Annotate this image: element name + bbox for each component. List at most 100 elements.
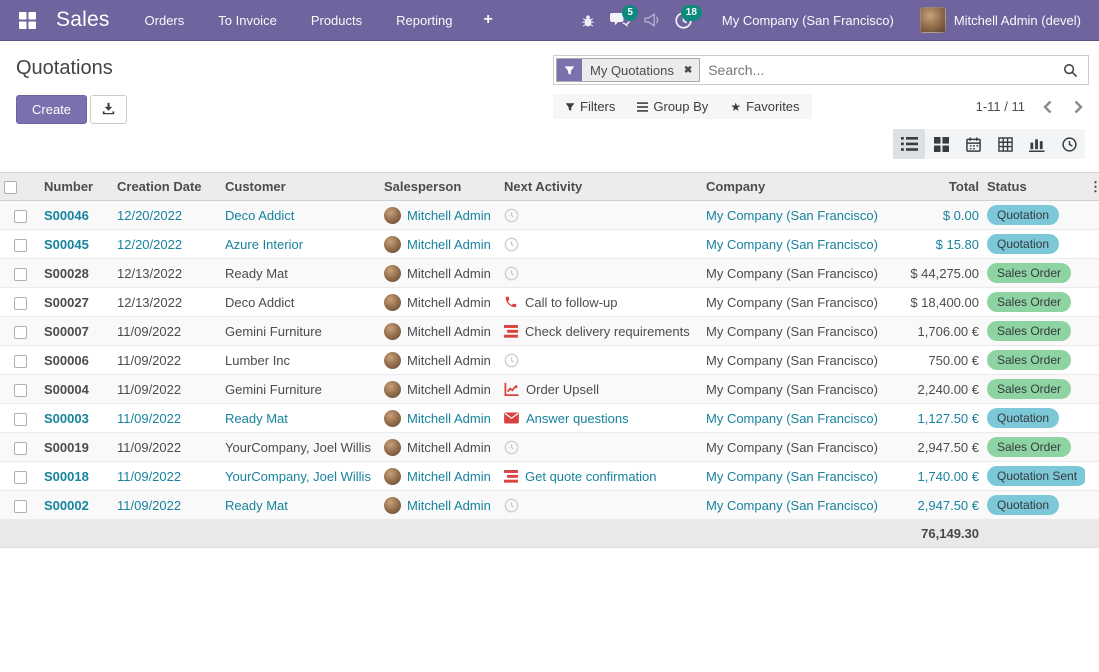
cell-next-activity[interactable]: Check delivery requirements	[500, 317, 702, 346]
apps-menu-icon[interactable]	[14, 7, 40, 33]
cell-next-activity[interactable]: Call to follow-up	[500, 288, 702, 317]
cell-salesperson[interactable]: Mitchell Admin	[380, 491, 500, 520]
activities-clock-icon[interactable]: 18	[668, 5, 700, 35]
cell-number[interactable]: S00003	[40, 404, 113, 433]
user-avatar[interactable]	[920, 7, 946, 33]
cell-number[interactable]: S00006	[40, 346, 113, 375]
clock-icon[interactable]	[504, 208, 519, 223]
cell-creation-date[interactable]: 12/13/2022	[113, 259, 221, 288]
row-checkbox[interactable]	[14, 500, 27, 513]
table-row[interactable]: S0004612/20/2022Deco AddictMitchell Admi…	[0, 201, 1099, 230]
envelope-icon[interactable]	[504, 412, 519, 424]
cell-salesperson[interactable]: Mitchell Admin	[380, 288, 500, 317]
app-brand[interactable]: Sales	[56, 8, 110, 32]
table-row[interactable]: S0000411/09/2022Gemini FurnitureMitchell…	[0, 375, 1099, 404]
cell-number[interactable]: S00018	[40, 462, 113, 491]
cell-number[interactable]: S00002	[40, 491, 113, 520]
cell-total[interactable]: $ 18,400.00	[895, 288, 983, 317]
cell-creation-date[interactable]: 11/09/2022	[113, 462, 221, 491]
user-menu[interactable]: Mitchell Admin (devel)	[954, 13, 1081, 28]
nav-menu-more[interactable]: +	[470, 0, 507, 40]
bug-icon[interactable]	[572, 5, 604, 35]
row-checkbox[interactable]	[14, 210, 27, 223]
nav-menu-orders[interactable]: Orders	[128, 0, 202, 40]
calendar-view-icon[interactable]	[957, 129, 989, 159]
clock-icon[interactable]	[504, 498, 519, 513]
cell-total[interactable]: 2,240.00 €	[895, 375, 983, 404]
tasks-icon[interactable]	[504, 470, 518, 483]
pager-previous-icon[interactable]	[1039, 100, 1056, 114]
table-row[interactable]: S0001911/09/2022YourCompany, Joel Willis…	[0, 433, 1099, 462]
cell-creation-date[interactable]: 11/09/2022	[113, 433, 221, 462]
cell-number[interactable]: S00028	[40, 259, 113, 288]
cell-customer[interactable]: Ready Mat	[221, 491, 380, 520]
pivot-view-icon[interactable]	[989, 129, 1021, 159]
facet-remove-icon[interactable]: ✖	[682, 59, 699, 81]
cell-creation-date[interactable]: 12/13/2022	[113, 288, 221, 317]
cell-company[interactable]: My Company (San Francisco)	[702, 375, 895, 404]
table-row[interactable]: S0002712/13/2022Deco AddictMitchell Admi…	[0, 288, 1099, 317]
cell-creation-date[interactable]: 11/09/2022	[113, 317, 221, 346]
table-row[interactable]: S0000611/09/2022Lumber IncMitchell Admin…	[0, 346, 1099, 375]
phone-icon[interactable]	[504, 295, 518, 309]
row-checkbox[interactable]	[14, 413, 27, 426]
cell-next-activity[interactable]	[500, 230, 702, 259]
cell-customer[interactable]: Lumber Inc	[221, 346, 380, 375]
activity-view-icon[interactable]	[1053, 129, 1085, 159]
cell-customer[interactable]: Ready Mat	[221, 404, 380, 433]
clock-icon[interactable]	[504, 266, 519, 281]
row-checkbox[interactable]	[14, 471, 27, 484]
cell-total[interactable]: 2,947.50 €	[895, 433, 983, 462]
clock-icon[interactable]	[504, 440, 519, 455]
cell-salesperson[interactable]: Mitchell Admin	[380, 462, 500, 491]
column-header-status[interactable]: Status	[983, 173, 1085, 201]
cell-customer[interactable]: Deco Addict	[221, 201, 380, 230]
cell-number[interactable]: S00027	[40, 288, 113, 317]
column-header-creation-date[interactable]: Creation Date	[113, 173, 221, 201]
select-all-checkbox[interactable]	[4, 181, 17, 194]
cell-customer[interactable]: Ready Mat	[221, 259, 380, 288]
cell-company[interactable]: My Company (San Francisco)	[702, 346, 895, 375]
filters-button[interactable]: Filters	[565, 99, 615, 114]
cell-creation-date[interactable]: 12/20/2022	[113, 230, 221, 259]
clock-icon[interactable]	[504, 353, 519, 368]
column-header-company[interactable]: Company	[702, 173, 895, 201]
cell-company[interactable]: My Company (San Francisco)	[702, 201, 895, 230]
create-button[interactable]: Create	[16, 95, 87, 124]
cell-number[interactable]: S00007	[40, 317, 113, 346]
cell-creation-date[interactable]: 11/09/2022	[113, 346, 221, 375]
cell-salesperson[interactable]: Mitchell Admin	[380, 433, 500, 462]
search-input[interactable]	[700, 62, 1055, 78]
cell-salesperson[interactable]: Mitchell Admin	[380, 259, 500, 288]
cell-customer[interactable]: YourCompany, Joel Willis	[221, 433, 380, 462]
nav-menu-reporting[interactable]: Reporting	[379, 0, 469, 40]
optional-columns-icon[interactable]: ⋮	[1089, 179, 1099, 194]
cell-salesperson[interactable]: Mitchell Admin	[380, 317, 500, 346]
cell-salesperson[interactable]: Mitchell Admin	[380, 230, 500, 259]
favorites-button[interactable]: ★ Favorites	[730, 99, 799, 114]
export-button[interactable]	[90, 95, 127, 124]
cell-next-activity[interactable]: Answer questions	[500, 404, 702, 433]
column-header-salesperson[interactable]: Salesperson	[380, 173, 500, 201]
cell-salesperson[interactable]: Mitchell Admin	[380, 375, 500, 404]
pager-next-icon[interactable]	[1070, 100, 1087, 114]
row-checkbox[interactable]	[14, 384, 27, 397]
cell-next-activity[interactable]: Get quote confirmation	[500, 462, 702, 491]
cell-customer[interactable]: Azure Interior	[221, 230, 380, 259]
cell-total[interactable]: 1,740.00 €	[895, 462, 983, 491]
row-checkbox[interactable]	[14, 442, 27, 455]
row-checkbox[interactable]	[14, 355, 27, 368]
cell-salesperson[interactable]: Mitchell Admin	[380, 346, 500, 375]
cell-total[interactable]: 2,947.50 €	[895, 491, 983, 520]
cell-total[interactable]: 1,706.00 €	[895, 317, 983, 346]
cell-company[interactable]: My Company (San Francisco)	[702, 462, 895, 491]
cell-total[interactable]: 750.00 €	[895, 346, 983, 375]
clock-icon[interactable]	[504, 237, 519, 252]
column-header-next-activity[interactable]: Next Activity	[500, 173, 702, 201]
table-row[interactable]: S0002812/13/2022Ready MatMitchell AdminM…	[0, 259, 1099, 288]
table-row[interactable]: S0001811/09/2022YourCompany, Joel Willis…	[0, 462, 1099, 491]
cell-creation-date[interactable]: 11/09/2022	[113, 375, 221, 404]
group-by-button[interactable]: Group By	[637, 99, 708, 114]
chart-icon[interactable]	[504, 382, 519, 396]
cell-customer[interactable]: Deco Addict	[221, 288, 380, 317]
